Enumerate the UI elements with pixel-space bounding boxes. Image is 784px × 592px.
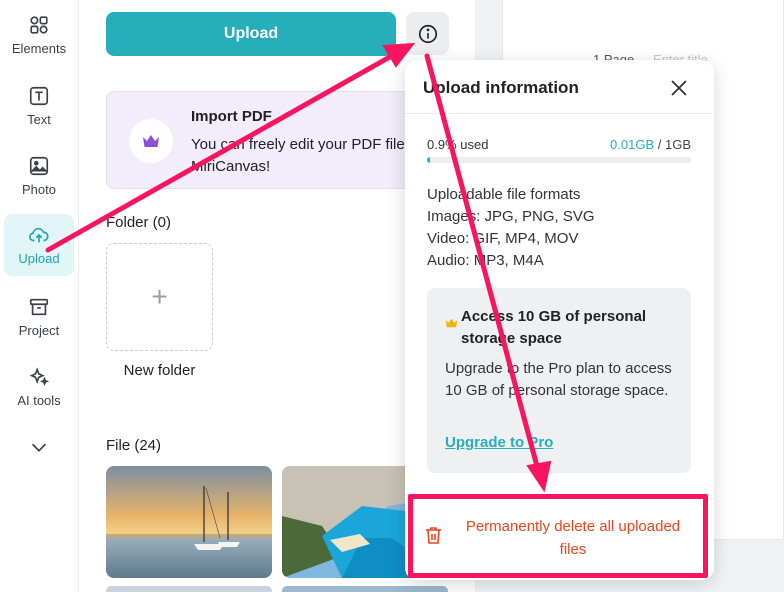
formats-heading: Uploadable file formats: [427, 186, 581, 203]
upload-info-button[interactable]: [406, 12, 449, 55]
sidebar-item-text[interactable]: Text: [4, 75, 74, 137]
storage-usage-bar: [427, 157, 691, 163]
sidebar-item-label: Upload: [18, 251, 60, 266]
sidebar-item-upload[interactable]: Upload: [4, 214, 74, 276]
sailboat-image: [106, 466, 272, 578]
storage-usage-text: 0.9% used: [427, 137, 489, 152]
upload-button[interactable]: Upload: [106, 12, 396, 56]
file-thumbnail[interactable]: [106, 586, 272, 592]
folder-section-title: Folder (0): [106, 214, 172, 231]
photo-icon: [29, 156, 49, 176]
crown-icon: [445, 318, 458, 328]
sidebar-item-label: AI tools: [17, 393, 61, 408]
archive-icon: [29, 298, 49, 316]
sidebar-item-ai-tools[interactable]: AI tools: [4, 356, 74, 418]
close-icon[interactable]: [669, 78, 689, 98]
sparkle-icon: [29, 367, 50, 386]
plus-icon: +: [151, 281, 168, 312]
file-section-title: File (24): [106, 437, 162, 454]
import-pdf-title: Import PDF: [191, 108, 272, 125]
storage-usage-fill: [427, 157, 431, 163]
sidebar-item-label: Elements: [11, 41, 67, 56]
crown-badge: [129, 119, 173, 163]
popover-title: Upload information: [423, 78, 579, 97]
elements-icon: [30, 16, 48, 34]
info-icon: [418, 24, 437, 43]
pro-upgrade-card: Access 10 GB of personal storage space U…: [427, 288, 691, 473]
storage-used-value: 0.01GB: [610, 137, 655, 152]
sidebar-item-project[interactable]: Project: [4, 286, 74, 348]
cloud-upload-icon: [29, 227, 49, 243]
storage-separator: /: [654, 137, 665, 152]
new-folder-label: New folder: [123, 362, 196, 379]
storage-total-value: 1GB: [664, 137, 691, 152]
pro-card-description: Upgrade to the Pro plan to access 10 GB …: [445, 360, 672, 399]
sidebar-item-label: Project: [18, 323, 60, 338]
pro-card-title: Access 10 GB of personal storage space: [461, 308, 647, 347]
formats-images: Images: JPG, PNG, SVG: [427, 208, 595, 225]
chevron-down-icon: [31, 443, 47, 452]
new-folder-button[interactable]: +: [106, 243, 213, 351]
formats-video: Video: GIF, MP4, MOV: [427, 230, 579, 247]
left-rail: Elements Text Photo Upload Project AI to…: [0, 0, 79, 592]
sidebar-item-label: Text: [27, 112, 51, 127]
upgrade-to-pro-link[interactable]: Upgrade to Pro: [445, 434, 553, 451]
storage-usage-amount: 0.01GB / 1GB: [610, 137, 691, 152]
sidebar-more-button[interactable]: [4, 428, 74, 490]
file-formats-info: Uploadable file formats Images: JPG, PNG…: [427, 184, 595, 272]
popover-divider: [405, 113, 714, 114]
text-icon: [29, 86, 49, 106]
sidebar-item-elements[interactable]: Elements: [4, 4, 74, 66]
sidebar-item-photo[interactable]: Photo: [4, 145, 74, 207]
file-thumbnail[interactable]: [106, 466, 272, 578]
sidebar-item-label: Photo: [22, 182, 56, 197]
file-thumbnail[interactable]: [282, 586, 448, 592]
annotation-highlight-box: [408, 494, 708, 578]
crown-icon: [143, 135, 159, 147]
formats-audio: Audio: MP3, M4A: [427, 252, 544, 269]
